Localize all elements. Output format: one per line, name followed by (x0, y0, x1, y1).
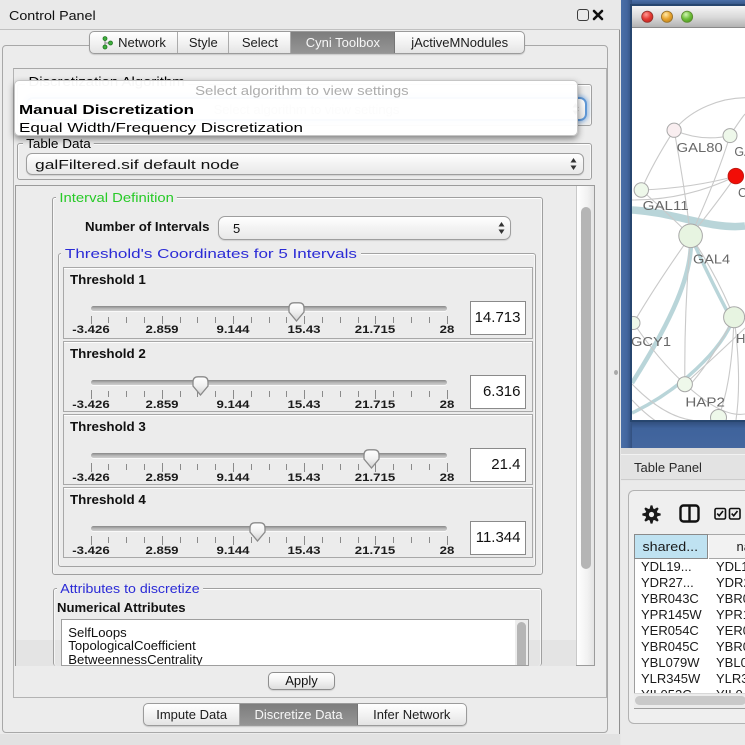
svg-text:C: C (738, 186, 745, 200)
svg-text:GAL11: GAL11 (643, 199, 689, 213)
svg-text:H: H (736, 331, 745, 346)
svg-text:GAL4: GAL4 (693, 252, 730, 266)
svg-text:HAP2: HAP2 (685, 396, 725, 410)
svg-text:GA: GA (734, 145, 745, 159)
svg-text:GCY1: GCY1 (632, 335, 671, 349)
svg-text:GAL80: GAL80 (677, 141, 723, 155)
